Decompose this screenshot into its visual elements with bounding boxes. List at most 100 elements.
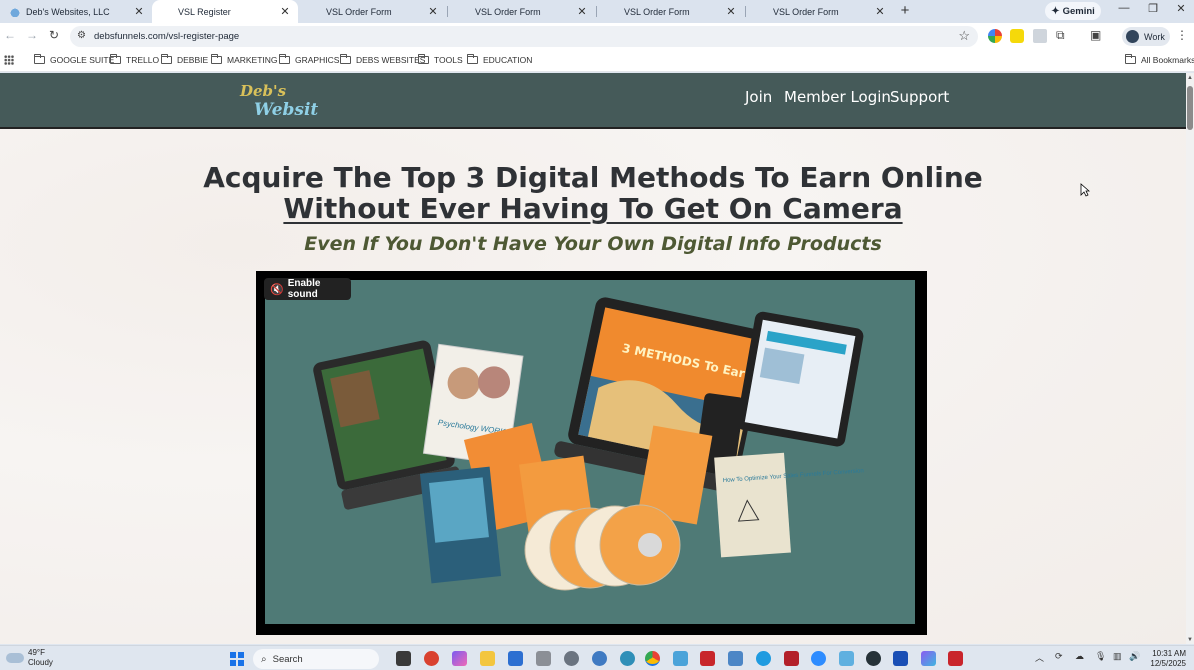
profile-button[interactable]: Work bbox=[1122, 27, 1170, 46]
close-tab-icon[interactable]: ✕ bbox=[724, 5, 738, 18]
headline-line-1: Acquire The Top 3 Digital Methods To Ear… bbox=[203, 161, 983, 194]
minimize-window-icon[interactable]: — bbox=[1114, 2, 1134, 14]
bookmark-debs-websites[interactable]: DEBS WEBSITES bbox=[340, 54, 425, 65]
scroll-down-icon[interactable]: ▼ bbox=[1187, 637, 1193, 643]
folder-icon bbox=[467, 54, 478, 64]
zoom-icon[interactable] bbox=[811, 651, 826, 666]
app-globe-icon[interactable] bbox=[592, 651, 607, 666]
tab-vsl-order-form-3[interactable]: VSL Order Form ✕ bbox=[598, 0, 744, 23]
restore-window-icon[interactable]: ❐ bbox=[1143, 2, 1163, 15]
enable-sound-button[interactable]: 🔇 Enable sound bbox=[264, 278, 351, 300]
yellow-extension-icon[interactable] bbox=[1010, 29, 1024, 43]
volume-icon[interactable]: 🔊 bbox=[1129, 651, 1140, 662]
task-view-icon[interactable] bbox=[396, 651, 411, 666]
app-pen-icon[interactable] bbox=[921, 651, 936, 666]
video-poster[interactable]: Psychology WORKSHOP 3 METHODS To Earn On… bbox=[265, 280, 915, 624]
scroll-thumb[interactable] bbox=[1187, 86, 1193, 130]
blank-favicon-icon bbox=[608, 7, 618, 17]
bookmark-star-icon[interactable]: ☆ bbox=[958, 28, 970, 44]
taskbar-search[interactable]: ⌕ Search bbox=[253, 649, 379, 669]
nav-join-link[interactable]: Join bbox=[745, 88, 772, 106]
scroll-up-icon[interactable]: ▲ bbox=[1187, 75, 1193, 81]
mcafee-icon[interactable] bbox=[948, 651, 963, 666]
bookmark-label: MARKETING bbox=[227, 55, 278, 65]
file-explorer-icon[interactable] bbox=[480, 651, 495, 666]
close-tab-icon[interactable]: ✕ bbox=[873, 5, 887, 18]
microphone-icon[interactable]: 🎙 bbox=[1095, 651, 1106, 662]
weather-widget[interactable]: 49°F Cloudy bbox=[6, 648, 53, 668]
tab-separator bbox=[447, 6, 448, 17]
speaker-muted-icon: 🔇 bbox=[270, 283, 284, 296]
url-text[interactable]: debsfunnels.com/vsl-register-page bbox=[94, 31, 239, 42]
tray-sync-icon[interactable]: ⟳ bbox=[1055, 651, 1063, 662]
tab-vsl-register[interactable]: VSL Register ✕ bbox=[152, 0, 298, 23]
bookmark-debbie[interactable]: DEBBIE bbox=[161, 54, 208, 65]
close-tab-icon[interactable]: ✕ bbox=[426, 5, 440, 18]
tab-vsl-order-form-1[interactable]: VSL Order Form ✕ bbox=[300, 0, 446, 23]
nav-support-link[interactable]: Support bbox=[890, 88, 949, 106]
bookmark-google-suite[interactable]: GOOGLE SUITE bbox=[34, 54, 114, 65]
bookmark-tools[interactable]: TOOLS bbox=[418, 54, 463, 65]
chrome-icon[interactable] bbox=[645, 651, 660, 666]
bookmark-graphics[interactable]: GRAPHICS bbox=[279, 54, 340, 65]
all-bookmarks-button[interactable]: All Bookmarks bbox=[1125, 54, 1194, 65]
tray-chevron-icon[interactable]: ︿ bbox=[1035, 651, 1044, 664]
bookmark-trello[interactable]: TRELLO bbox=[110, 54, 159, 65]
folder-icon bbox=[340, 54, 351, 64]
back-arrow-icon[interactable]: ← bbox=[2, 28, 18, 42]
site-settings-icon[interactable]: ⚙ bbox=[77, 30, 86, 41]
browser-toolbar: ← → ↻ ⚙ debsfunnels.com/vsl-register-pag… bbox=[0, 23, 1194, 50]
extensions-puzzle-icon[interactable]: ⧉ bbox=[1056, 28, 1065, 43]
app-vpn-icon[interactable] bbox=[620, 651, 635, 666]
forward-arrow-icon[interactable]: → bbox=[24, 28, 40, 42]
app-v-icon[interactable] bbox=[893, 651, 908, 666]
close-tab-icon[interactable]: ✕ bbox=[575, 5, 589, 18]
bookmark-label: GRAPHICS bbox=[295, 55, 340, 65]
wifi-icon[interactable]: ▥ bbox=[1113, 651, 1122, 662]
sidepanel-icon[interactable]: ▣ bbox=[1090, 28, 1101, 42]
app-snip-icon[interactable] bbox=[728, 651, 743, 666]
edge-icon[interactable] bbox=[756, 651, 771, 666]
app-copilot-icon[interactable] bbox=[452, 651, 467, 666]
gray-extension-icon[interactable] bbox=[1033, 29, 1047, 43]
tab-vsl-order-form-4[interactable]: VSL Order Form ✕ bbox=[747, 0, 893, 23]
gemini-button[interactable]: ✦ Gemini bbox=[1045, 2, 1101, 20]
page-scrollbar[interactable]: ▲ ▼ bbox=[1186, 73, 1194, 644]
reload-icon[interactable]: ↻ bbox=[46, 28, 62, 42]
apps-grid-icon[interactable] bbox=[4, 55, 14, 65]
cloud-icon bbox=[6, 653, 24, 663]
app-blue-icon[interactable] bbox=[508, 651, 523, 666]
windows-start-icon[interactable] bbox=[230, 652, 244, 666]
bookmark-education[interactable]: EDUCATION bbox=[467, 54, 532, 65]
cloud-favicon-icon bbox=[10, 6, 20, 17]
tab-vsl-order-form-2[interactable]: VSL Order Form ✕ bbox=[449, 0, 595, 23]
folder-icon bbox=[1125, 54, 1136, 64]
bookmark-marketing[interactable]: MARKETING bbox=[211, 54, 278, 65]
close-tab-icon[interactable]: ✕ bbox=[278, 5, 292, 18]
more-menu-icon[interactable]: ⋮ bbox=[1176, 28, 1188, 42]
color-extension-icon[interactable] bbox=[988, 29, 1002, 43]
address-bar[interactable]: ⚙ debsfunnels.com/vsl-register-page ☆ bbox=[70, 26, 978, 47]
app-vm-icon[interactable] bbox=[839, 651, 854, 666]
filezilla-icon[interactable] bbox=[700, 651, 715, 666]
blank-favicon-icon bbox=[459, 7, 469, 17]
video-player[interactable]: Psychology WORKSHOP 3 METHODS To Earn On… bbox=[256, 271, 927, 635]
app-network-icon[interactable] bbox=[673, 651, 688, 666]
tray-cloud-icon[interactable]: ☁ bbox=[1075, 651, 1084, 662]
tab-debs-websites[interactable]: Deb's Websites, LLC ✕ bbox=[0, 0, 152, 23]
app-puzzle-icon[interactable] bbox=[784, 651, 799, 666]
close-tab-icon[interactable]: ✕ bbox=[132, 5, 146, 18]
new-tab-button[interactable]: + bbox=[898, 2, 912, 19]
nav-member-login-link[interactable]: Member Login bbox=[784, 88, 891, 106]
folder-icon bbox=[161, 54, 172, 64]
settings-gear-icon[interactable] bbox=[564, 651, 579, 666]
camera-icon[interactable] bbox=[536, 651, 551, 666]
subheadline: Even If You Don't Have Your Own Digital … bbox=[304, 233, 882, 255]
close-window-icon[interactable]: ✕ bbox=[1171, 2, 1191, 15]
enable-sound-label: Enable sound bbox=[287, 278, 321, 300]
site-header: Deb's Websites Join Member Login Support bbox=[0, 73, 1186, 129]
debs-websites-logo[interactable]: Deb's Websites bbox=[238, 79, 318, 119]
system-clock[interactable]: 10:31 AM 12/5/2025 bbox=[1148, 649, 1186, 669]
app-dark-icon[interactable] bbox=[866, 651, 881, 666]
app-red-icon[interactable] bbox=[424, 651, 439, 666]
